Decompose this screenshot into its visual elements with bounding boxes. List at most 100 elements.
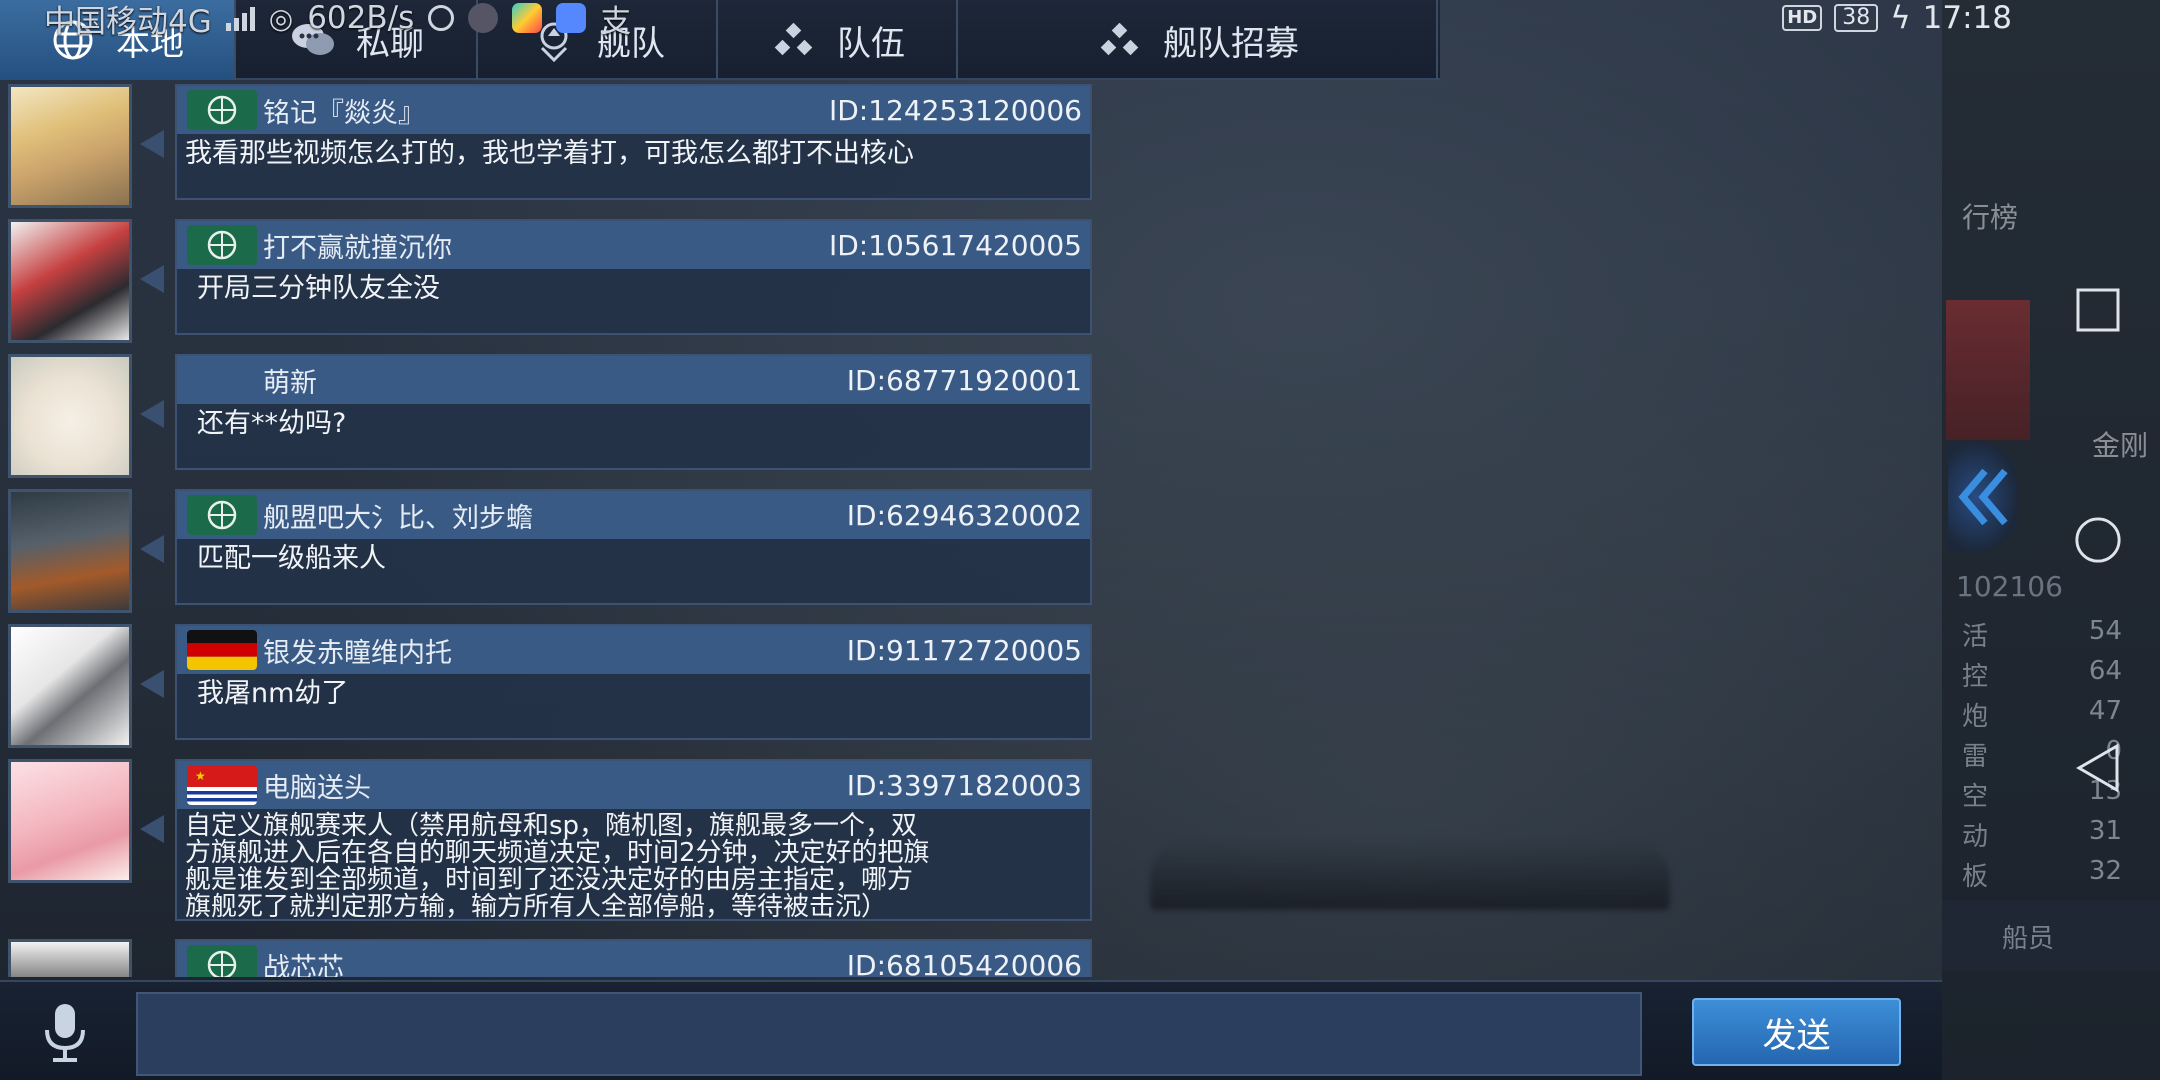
status-bar-left: 中国移动4G ◎ 602B/s 支 xyxy=(44,0,631,40)
alipay-icon: 支 xyxy=(600,3,632,40)
message-bubble: 舰盟吧大氵比、刘步蟾 ID:62946320002 匹配一级船来人 xyxy=(175,489,1092,605)
stat-label: 空 xyxy=(1962,782,1989,812)
chat-message-input[interactable] xyxy=(136,992,1642,1076)
tab-fleet-recruit[interactable]: 舰队招募 xyxy=(960,0,1438,80)
message-line: 方旗舰进入后在各自的聊天频道决定，时间2分钟，决定好的把旗 xyxy=(185,838,930,868)
sender-id: ID:68771920001 xyxy=(846,363,1082,397)
send-button[interactable]: 发送 xyxy=(1692,998,1901,1066)
avatar[interactable] xyxy=(8,624,132,748)
signal-icon xyxy=(225,5,255,31)
message-line: 自定义旗舰赛来人（禁用航母和sp，随机图，旗舰最多一个，双 xyxy=(185,811,918,841)
tab-label: 舰队招募 xyxy=(1163,23,1299,64)
stat-label: 雷 xyxy=(1962,742,1989,772)
triangle-back-icon xyxy=(2076,743,2119,793)
message-header: 银发赤瞳维内托 ID:91172720005 xyxy=(177,626,1090,674)
bubble-pointer xyxy=(140,670,164,698)
sender-id: ID:68105420006 xyxy=(846,948,1082,978)
message-header: 打不赢就撞沉你 ID:105617420005 xyxy=(177,221,1090,269)
app-icon-music xyxy=(556,3,587,33)
chat-input-bar: 发送 xyxy=(0,980,1942,1080)
sender-id: ID:105617420005 xyxy=(828,228,1082,262)
message-header: 铭记『燚炎』 ID:124253120006 xyxy=(177,86,1090,134)
stat-label: 活 xyxy=(1962,622,1989,652)
bubble-pointer xyxy=(140,815,164,843)
charging-icon: ϟ xyxy=(1890,0,1911,36)
stat-label: 炮 xyxy=(1962,702,1989,732)
message-header: 战芯芯 ID:68105420006 xyxy=(177,941,1090,977)
bubble-pointer xyxy=(140,130,164,158)
avatar[interactable] xyxy=(8,489,132,613)
no-flag xyxy=(187,360,257,400)
sender-id: ID:62946320002 xyxy=(846,498,1082,532)
message-text: 我看那些视频怎么打的，我也学着打，可我怎么都打不出核心 xyxy=(185,138,914,169)
message-text: 匹配一级船来人 xyxy=(197,543,386,574)
stat-label: 板 xyxy=(1962,862,1989,892)
battery-indicator: 38 xyxy=(1834,4,1879,32)
un-flag-icon xyxy=(187,945,257,977)
timer-icon xyxy=(428,5,455,31)
germany-flag-icon xyxy=(187,630,257,670)
app-icon-play xyxy=(512,3,543,33)
stat-label: 动 xyxy=(1962,822,1989,852)
message-text: 我屠nm幼了 xyxy=(197,678,349,709)
sender-nickname[interactable]: 萌新 xyxy=(263,361,317,400)
message-bubble: 打不赢就撞沉你 ID:105617420005 开局三分钟队友全没 xyxy=(175,219,1092,335)
recent-apps-button[interactable] xyxy=(2074,286,2122,334)
message-text: 自定义旗舰赛来人（禁用航母和sp，随机图，旗舰最多一个，双 方旗舰进入后在各自的… xyxy=(177,809,1090,925)
microphone-button[interactable] xyxy=(30,998,100,1068)
message-bubble: 萌新 ID:68771920001 还有**幼吗? xyxy=(175,354,1092,470)
message-text: 开局三分钟队友全没 xyxy=(197,273,440,304)
sender-nickname[interactable]: 打不赢就撞沉你 xyxy=(263,226,452,265)
background-ship xyxy=(1150,840,1670,910)
message-bubble: 银发赤瞳维内托 ID:91172720005 我屠nm幼了 xyxy=(175,624,1092,740)
sender-nickname[interactable]: 铭记『燚炎』 xyxy=(263,91,425,130)
message-bubble: 铭记『燚炎』 ID:124253120006 我看那些视频怎么打的，我也学着打，… xyxy=(175,84,1092,200)
sender-nickname[interactable]: 电脑送头 xyxy=(263,766,371,805)
sender-id: ID:33971820003 xyxy=(846,768,1082,802)
microphone-icon xyxy=(45,1004,85,1062)
square-icon xyxy=(2076,288,2120,332)
sender-nickname[interactable]: 银发赤瞳维内托 xyxy=(263,631,452,670)
home-button[interactable] xyxy=(2074,516,2122,564)
un-flag-icon xyxy=(187,495,257,535)
android-navigation-bar xyxy=(2030,0,2160,1080)
ship-image xyxy=(1946,300,2030,440)
team-dots-icon xyxy=(771,17,817,63)
bubble-pointer xyxy=(140,535,164,563)
stat-label: 控 xyxy=(1962,662,1989,692)
sender-nickname[interactable]: 舰盟吧大氵比、刘步蟾 xyxy=(263,496,533,535)
collapse-panel-button[interactable] xyxy=(1948,442,2018,552)
avatar[interactable] xyxy=(8,84,132,208)
net-speed: 602B/s xyxy=(307,0,415,36)
message-header: ★ 电脑送头 ID:33971820003 xyxy=(177,761,1090,809)
double-chevron-left-icon xyxy=(1958,468,2008,526)
message-line: 旗舰死了就判定那方输，输方所有人全部停船，等待被击沉） xyxy=(185,892,888,922)
message-line: 舰是谁发到全部频道，时间到了还没决定好的由房主指定，哪方 xyxy=(185,865,914,895)
bubble-pointer xyxy=(140,265,164,293)
bubble-pointer xyxy=(140,400,164,428)
tab-label: 队伍 xyxy=(837,23,905,64)
message-text: 还有**幼吗? xyxy=(197,408,347,439)
sender-nickname[interactable]: 战芯芯 xyxy=(263,946,344,978)
wifi-icon: ◎ xyxy=(268,1,294,35)
sender-id: ID:91172720005 xyxy=(846,633,1082,667)
tab-team[interactable]: 队伍 xyxy=(720,0,958,80)
china-naval-flag-icon: ★ xyxy=(187,765,257,805)
avatar[interactable] xyxy=(8,759,132,883)
avatar[interactable] xyxy=(8,354,132,478)
avatar[interactable] xyxy=(8,219,132,343)
message-list[interactable]: 铭记『燚炎』 ID:124253120006 我看那些视频怎么打的，我也学着打，… xyxy=(0,84,1100,977)
team-dots-icon xyxy=(1097,17,1143,63)
message-header: 舰盟吧大氵比、刘步蟾 ID:62946320002 xyxy=(177,491,1090,539)
avatar[interactable] xyxy=(8,939,132,977)
back-button[interactable] xyxy=(2074,743,2122,793)
hd-badge: HD xyxy=(1782,5,1823,31)
rank-label: 行榜 xyxy=(1962,201,2019,234)
circle-icon xyxy=(2075,517,2121,563)
un-flag-icon xyxy=(187,90,257,130)
carrier-label: 中国移动4G xyxy=(44,3,212,40)
svg-text:★: ★ xyxy=(195,769,206,783)
clock: 17:18 xyxy=(1922,0,2012,36)
un-flag-icon xyxy=(187,225,257,265)
message-bubble: ★ 电脑送头 ID:33971820003 自定义旗舰赛来人（禁用航母和sp，随… xyxy=(175,759,1092,921)
